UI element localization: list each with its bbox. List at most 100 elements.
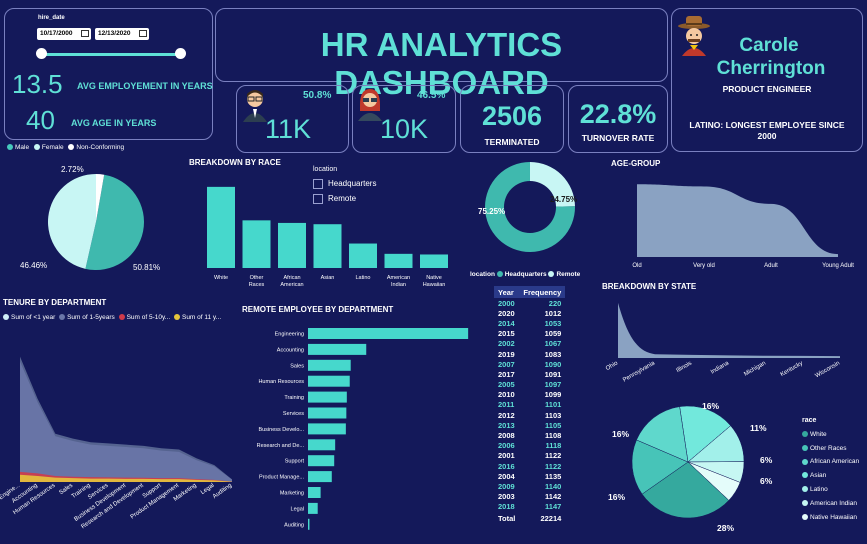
- tick-label: Very old: [693, 263, 715, 269]
- legend-dot-male: [7, 144, 13, 151]
- terminated-label: TERMINATED: [484, 137, 540, 147]
- legend-item-tenure-1-5[interactable]: Sum of 1-5years: [59, 314, 115, 321]
- legend-dot: [802, 458, 808, 465]
- tenure-title: TENURE BY DEPARTMENT: [3, 298, 107, 307]
- legend-item-tenure-5-10[interactable]: Sum of 5-10y...: [118, 314, 170, 321]
- bar: [308, 343, 367, 355]
- tick-label: Adult: [764, 263, 778, 269]
- end-date-input[interactable]: 12/13/2020: [95, 28, 149, 40]
- legend-dot: [802, 472, 808, 479]
- hire-date-label: hire_date: [38, 15, 65, 21]
- legend-item[interactable]: Native Hawaiian: [802, 511, 859, 525]
- tick-label: Engineering: [275, 332, 304, 338]
- bar: [308, 439, 336, 451]
- gender-legend: Male Female Non-Conforming: [7, 144, 124, 151]
- year-cell: 2019: [498, 349, 515, 359]
- calendar-icon[interactable]: [139, 30, 147, 37]
- profile-last-name: Cherrington: [716, 58, 826, 79]
- legend-dot: [802, 486, 808, 493]
- location-legend-title: location: [470, 271, 495, 278]
- area-series: [637, 184, 838, 257]
- table-row: 2001 1122: [494, 451, 565, 461]
- table-row: 2012 1103: [494, 410, 565, 420]
- bar: [349, 243, 377, 268]
- data-label: 16%: [612, 429, 629, 439]
- legend-item[interactable]: Latino: [802, 483, 859, 497]
- tick-label: Old: [632, 263, 641, 269]
- legend-item-tenure-lt1[interactable]: Sum of <1 year: [3, 314, 55, 321]
- age-group-title: AGE-GROUP: [611, 159, 661, 168]
- frequency-cell: 1097: [544, 380, 562, 390]
- location-donut-chart: 24.75% 75.25%: [478, 162, 577, 252]
- legend-dot-non-conforming: [68, 144, 75, 151]
- tick-label: American: [280, 282, 303, 288]
- date-slider-end-handle[interactable]: [175, 48, 186, 59]
- bar: [308, 455, 335, 467]
- legend-item[interactable]: African American: [802, 455, 859, 469]
- profile-role: PRODUCT ENGINEER: [722, 84, 812, 94]
- date-slider-track[interactable]: [42, 53, 180, 56]
- data-label: 16%: [702, 401, 719, 411]
- tick-label: Marketing: [280, 491, 304, 497]
- checkbox-icon[interactable]: [313, 194, 323, 204]
- frequency-cell: 1122: [545, 461, 562, 471]
- legend-label-tenure-lt1: Sum of <1 year: [11, 314, 56, 321]
- data-label: 28%: [717, 523, 734, 533]
- legend-item[interactable]: White: [802, 428, 859, 442]
- year-cell: 2016: [498, 461, 515, 471]
- tenure-legend: Sum of <1 year Sum of 1-5years Sum of 5-…: [3, 314, 221, 321]
- tick-label: Indian: [391, 282, 406, 288]
- legend-item[interactable]: Other Races: [802, 442, 859, 456]
- frequency-cell: 1083: [544, 349, 562, 359]
- year-cell: 2002: [498, 339, 515, 349]
- year-cell: 2010: [498, 390, 515, 400]
- legend-item-tenure-11[interactable]: Sum of 11 y...: [173, 314, 221, 321]
- start-date-input[interactable]: 10/17/2000: [37, 28, 91, 40]
- bar: [313, 224, 342, 268]
- male-pct: 50.8%: [303, 90, 332, 101]
- table-row: 2002 1067: [494, 339, 565, 349]
- legend-item-remote[interactable]: Remote: [548, 271, 580, 278]
- year-cell: 2008: [498, 431, 515, 441]
- tick-label: American: [387, 275, 410, 281]
- legend-item-female[interactable]: Female: [33, 144, 64, 151]
- tick-label: Wisconsin: [814, 361, 841, 380]
- table-row: 2015 1059: [494, 329, 565, 339]
- table-header: Year Frequency: [494, 286, 566, 298]
- legend-dot-female: [33, 144, 40, 151]
- table-row: 2007 1090: [494, 359, 565, 369]
- tick-label: Latino: [356, 275, 371, 281]
- table-row: 2020 1012: [494, 308, 565, 318]
- tick-label: Pennsylvania: [622, 360, 656, 383]
- frequency-cell: 1067: [544, 339, 562, 349]
- frequency-cell: 1053: [544, 318, 562, 328]
- frequency-cell: 1012: [544, 308, 562, 318]
- terminated-value: 2506: [481, 101, 543, 131]
- legend-item-male[interactable]: Male: [7, 144, 29, 151]
- frequency-cell: 1135: [545, 471, 562, 481]
- turnover-value: 22.8%: [579, 99, 657, 129]
- location-option-headquarters[interactable]: Headquarters: [313, 179, 376, 189]
- legend-item-non-conforming[interactable]: Non-Conforming: [68, 144, 124, 151]
- legend-item[interactable]: American Indian: [802, 497, 859, 511]
- location-slicer-title: location: [313, 166, 338, 173]
- table-row: 2014 1053: [494, 318, 565, 328]
- bar: [384, 253, 413, 268]
- calendar-icon[interactable]: [81, 30, 89, 37]
- legend-item[interactable]: Asian: [802, 469, 859, 483]
- tick-label: Ohio: [605, 360, 620, 372]
- year-cell: 2017: [498, 369, 515, 379]
- column-header-frequency: Frequency: [523, 287, 562, 297]
- legend-label-male: Male: [15, 144, 30, 151]
- checkbox-icon[interactable]: [313, 179, 323, 189]
- turnover-label: TURNOVER RATE: [581, 133, 655, 143]
- bar: [308, 359, 351, 371]
- column-header-year: Year: [498, 287, 514, 297]
- race-chart-title: BREAKDOWN BY RACE: [189, 158, 281, 167]
- legend-item-headquarters[interactable]: Headquarters: [496, 271, 547, 278]
- date-slider-start-handle[interactable]: [36, 48, 47, 59]
- area-series: [618, 302, 840, 358]
- location-option-remote[interactable]: Remote: [313, 194, 356, 204]
- female-count: 10K: [380, 114, 429, 144]
- state-area-chart: Ohio Pennsylvania Illinois Indiana Michigan K…: [605, 302, 841, 384]
